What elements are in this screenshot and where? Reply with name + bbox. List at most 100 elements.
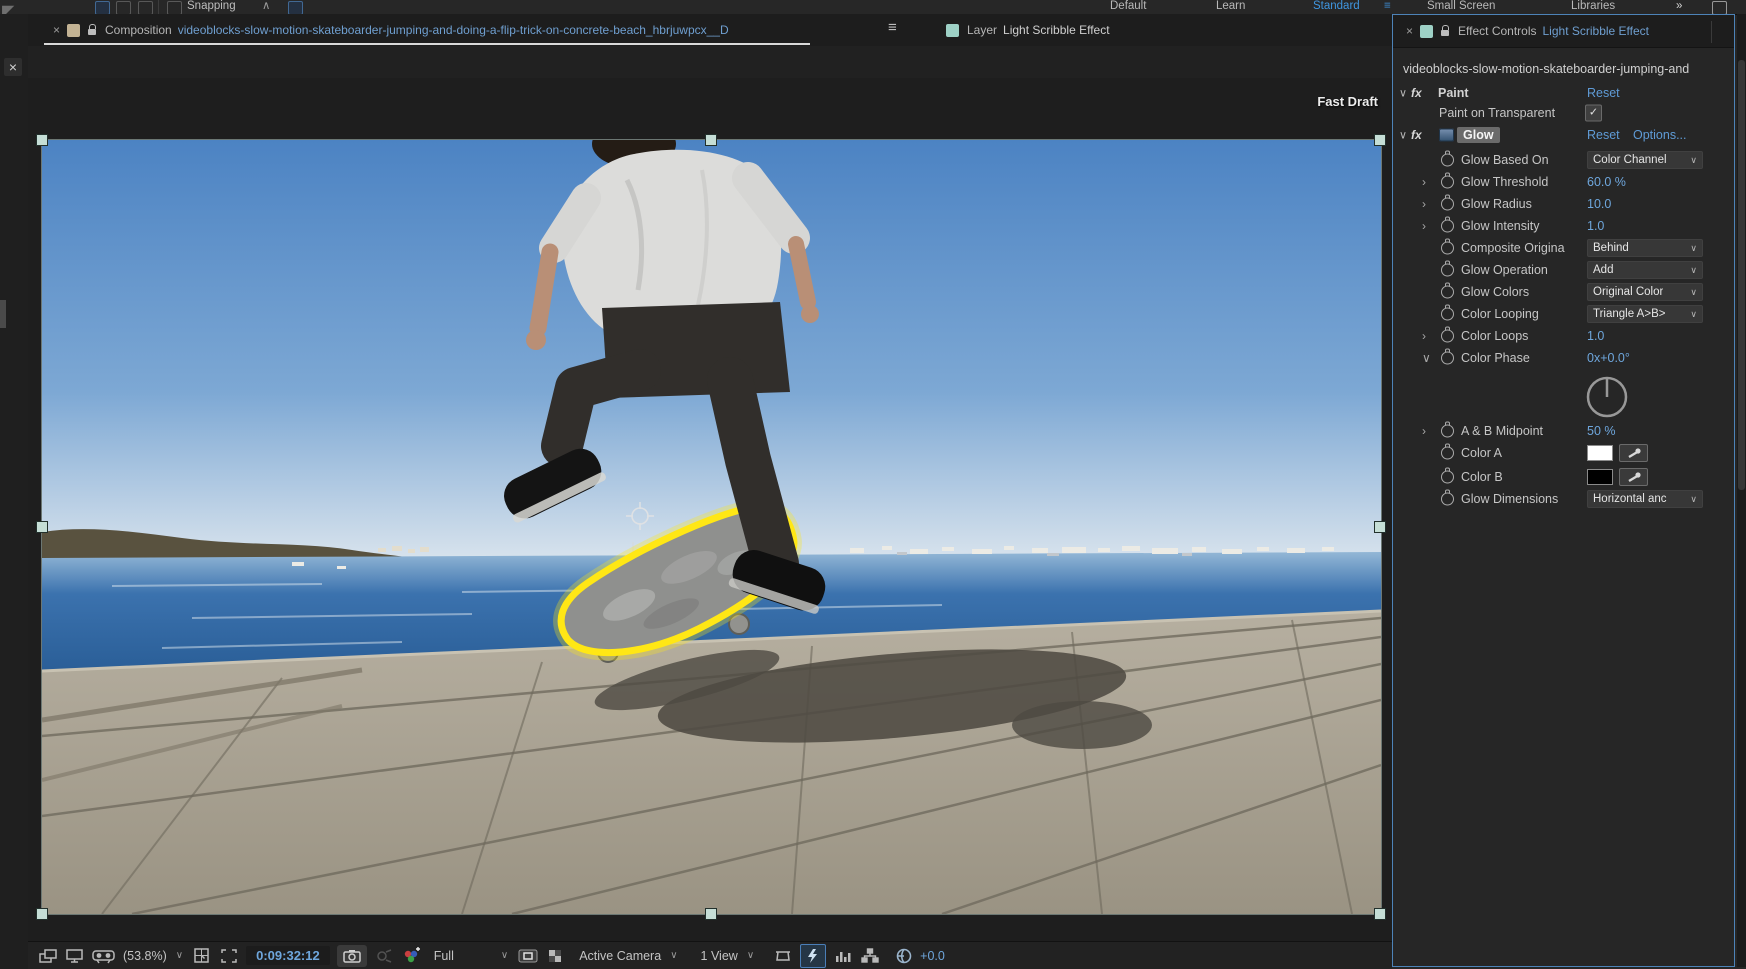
chevron-up-icon[interactable]: ∧ (262, 0, 270, 13)
view-select[interactable]: Active Camera (579, 949, 661, 963)
stopwatch-icon[interactable] (1441, 176, 1454, 189)
fx-badge[interactable]: fx (1411, 128, 1422, 142)
stopwatch-icon[interactable] (1441, 447, 1454, 460)
workspace-menu-icon[interactable]: ≡ (1384, 0, 1391, 13)
glow-dimensions-dropdown[interactable]: Horizontal anc∨ (1587, 490, 1703, 508)
handle-top-center[interactable] (705, 134, 717, 146)
effect-row-paint[interactable]: ∨ fx Paint Reset (1393, 83, 1734, 103)
stopwatch-icon[interactable] (1441, 220, 1454, 233)
glow-colors-dropdown[interactable]: Original Color∨ (1587, 283, 1703, 301)
grid-options-icon[interactable] (192, 946, 212, 966)
glow-operation-dropdown[interactable]: Add∨ (1587, 261, 1703, 279)
color-looping-dropdown[interactable]: Triangle A>B>∨ (1587, 305, 1703, 323)
stopwatch-icon[interactable] (1441, 352, 1454, 365)
timeline-icon[interactable] (833, 946, 853, 966)
stopwatch-icon[interactable] (1441, 242, 1454, 255)
color-phase-dial[interactable] (1583, 373, 1631, 424)
show-snapshot-icon[interactable] (374, 946, 394, 966)
glow-radius-value[interactable]: 10.0 (1587, 197, 1611, 211)
monitor-icon[interactable] (65, 946, 85, 966)
glow-intensity-value[interactable]: 1.0 (1587, 219, 1604, 233)
puppet-pin-icon[interactable] (138, 1, 153, 15)
composition-tab[interactable]: × Composition videoblocks-slow-motion-sk… (28, 14, 1392, 46)
roto-brush-icon[interactable] (116, 1, 131, 15)
timecode[interactable]: 0:09:32:12 (246, 946, 330, 965)
stopwatch-icon[interactable] (1441, 286, 1454, 299)
selection-follows-icon[interactable] (288, 1, 303, 15)
view-layout-select[interactable]: 1 View (701, 949, 738, 963)
transparency-grid-icon[interactable] (546, 946, 566, 966)
handle-mid-right[interactable] (1374, 521, 1386, 533)
eyedropper-icon[interactable] (1619, 468, 1648, 486)
collapse-caret-icon[interactable]: ∨ (1399, 129, 1407, 142)
chevron-down-icon[interactable]: ∨ (176, 950, 183, 961)
workspace-default[interactable]: Default (1110, 0, 1146, 13)
scrollbar-thumb[interactable] (1738, 60, 1745, 490)
chevron-down-icon[interactable]: ∨ (747, 950, 754, 961)
resolution-select[interactable]: Full (434, 949, 454, 963)
handle-top-left[interactable] (36, 134, 48, 146)
stopwatch-icon[interactable] (1441, 330, 1454, 343)
stopwatch-icon[interactable] (1441, 471, 1454, 484)
workspace-standard[interactable]: Standard (1313, 0, 1360, 13)
color-a-swatch[interactable] (1587, 445, 1613, 461)
goggles-icon[interactable] (92, 946, 116, 966)
layer-tab[interactable]: Layer Light Scribble Effect (946, 14, 1116, 46)
glow-threshold-value[interactable]: 60.0 % (1587, 175, 1626, 189)
chevron-down-icon[interactable]: ∨ (670, 950, 677, 961)
expander-icon[interactable]: › (1422, 175, 1426, 189)
chevron-down-icon[interactable]: ∨ (501, 950, 508, 961)
stopwatch-icon[interactable] (1441, 154, 1454, 167)
collapse-caret-icon[interactable]: ∨ (1399, 87, 1407, 100)
stopwatch-icon[interactable] (1441, 425, 1454, 438)
stopwatch-icon[interactable] (1441, 308, 1454, 321)
roi-toggle-icon[interactable] (517, 946, 539, 966)
color-b-swatch[interactable] (1587, 469, 1613, 485)
lock-icon[interactable] (88, 29, 96, 35)
fast-previews-icon[interactable] (800, 944, 826, 968)
handle-bottom-right[interactable] (1374, 908, 1386, 920)
panel-grip[interactable] (0, 300, 6, 328)
expander-icon[interactable]: › (1422, 219, 1426, 233)
handle-bottom-center[interactable] (705, 908, 717, 920)
eyedropper-icon[interactable] (1619, 444, 1648, 462)
share-view-icon[interactable] (773, 946, 793, 966)
effect-row-glow[interactable]: ∨ fx Glow Reset Options... (1393, 125, 1734, 145)
effect-name-selected[interactable]: Glow (1457, 127, 1500, 143)
always-preview-icon[interactable] (38, 946, 58, 966)
pen-tool-icon[interactable]: ◤ (2, 1, 15, 13)
zoom-level[interactable]: (53.8%) (123, 949, 167, 963)
flowchart-icon[interactable] (860, 946, 880, 966)
stopwatch-icon[interactable] (1441, 264, 1454, 277)
fx-badge[interactable]: fx (1411, 86, 1422, 100)
search-workspace-icon[interactable] (1712, 1, 1727, 15)
panel-menu-icon[interactable]: ≡ (888, 19, 897, 36)
close-icon[interactable]: × (1406, 24, 1413, 38)
exposure-icon[interactable] (895, 946, 913, 966)
mask-tool-icon[interactable] (95, 1, 110, 15)
workspace-libraries[interactable]: Libraries (1571, 0, 1615, 13)
snapshot-camera-icon[interactable] (337, 945, 367, 967)
expander-icon[interactable]: › (1422, 197, 1426, 211)
composite-original-dropdown[interactable]: Behind∨ (1587, 239, 1703, 257)
reset-link[interactable]: Reset (1587, 128, 1620, 142)
close-panel-button[interactable]: × (4, 58, 22, 76)
color-loops-value[interactable]: 1.0 (1587, 329, 1604, 343)
expander-open-icon[interactable]: ∨ (1422, 351, 1431, 365)
paint-on-transparent-checkbox[interactable]: ✓ (1585, 105, 1602, 122)
options-link[interactable]: Options... (1633, 128, 1687, 142)
region-of-interest-icon[interactable] (219, 946, 239, 966)
reset-link[interactable]: Reset (1587, 86, 1620, 100)
video-frame[interactable] (42, 140, 1381, 914)
handle-mid-left[interactable] (36, 521, 48, 533)
lock-icon[interactable] (1441, 30, 1449, 36)
exposure-value[interactable]: +0.0 (920, 949, 945, 963)
handle-top-right[interactable] (1374, 134, 1386, 146)
color-phase-value[interactable]: 0x+0.0° (1587, 351, 1630, 365)
effect-name[interactable]: Paint (1438, 86, 1469, 100)
ab-midpoint-value[interactable]: 50 % (1587, 424, 1616, 438)
snapping-checkbox[interactable] (167, 1, 182, 15)
expander-icon[interactable]: › (1422, 424, 1426, 438)
workspace-small-screen[interactable]: Small Screen (1427, 0, 1495, 13)
expander-icon[interactable]: › (1422, 329, 1426, 343)
